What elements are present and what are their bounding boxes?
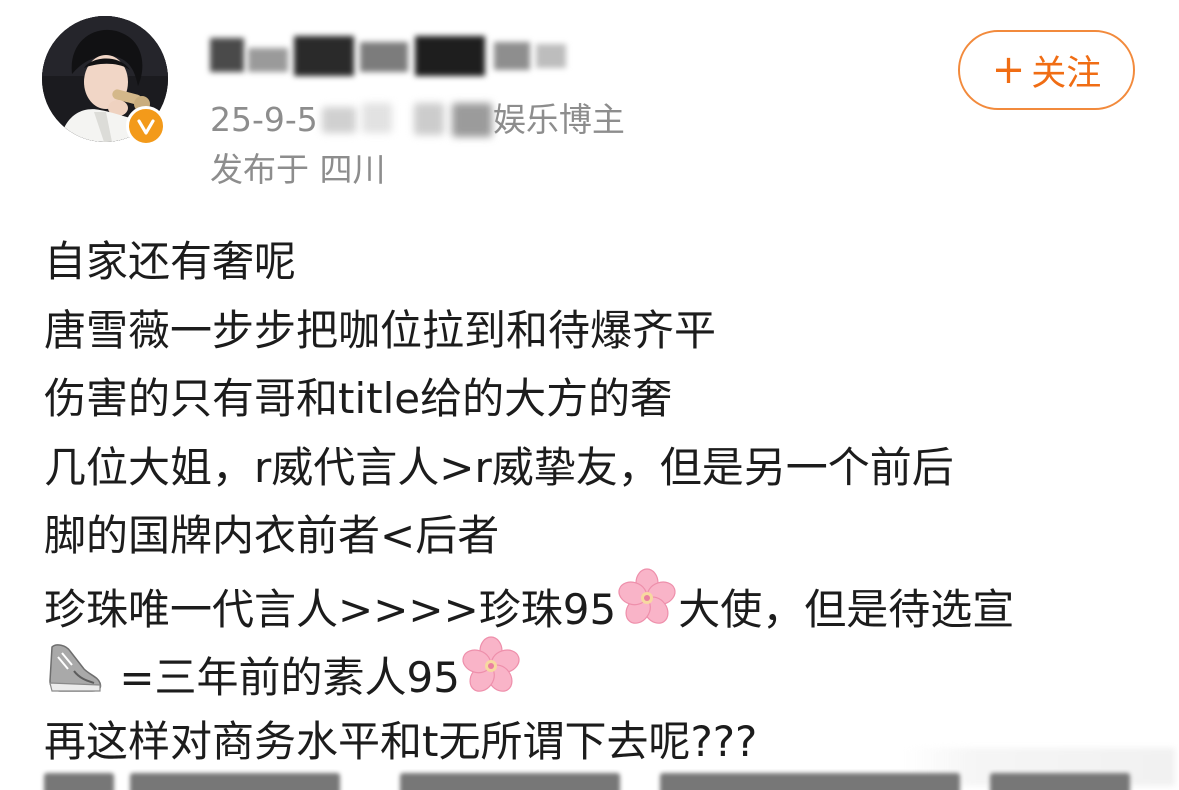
follow-button[interactable]: + 关注 [958, 30, 1135, 110]
post-date: 25-9-5 [210, 100, 318, 139]
post-line-text: =三年前的素人95 [106, 652, 460, 702]
post-line: 伤害的只有哥和title给的大方的奢 [44, 374, 673, 423]
post-line: 唐雪薇一步步把咖位拉到和待爆齐平 [44, 305, 717, 355]
sneaker-icon [44, 635, 106, 718]
post-line-text: 大使，但是待选宣 [678, 584, 1015, 634]
post-content: 自家还有奢呢 唐雪薇一步步把咖位拉到和待爆齐平 伤害的只有哥和title给的大方… [44, 228, 1164, 776]
post-line: 脚的国牌内衣前者<后者 [44, 511, 500, 560]
post-location: 发布于 四川 [210, 150, 386, 189]
verified-badge-icon [126, 106, 166, 146]
post-line: 自家还有奢呢 [44, 237, 297, 286]
cherry-blossom-icon [616, 567, 678, 650]
post-line: 几位大姐，r威代言人>r威挚友，但是另一个前后 [44, 442, 954, 492]
author-role: 娱乐博主 [492, 100, 625, 139]
post-header: 25-9-5 娱乐博主 发布于 四川 + 关注 [0, 0, 1179, 210]
username-redacted[interactable] [210, 34, 570, 76]
cherry-blossom-icon [460, 635, 522, 718]
post-line: 珍珠唯一代言人>>>>珍珠95 大使，但是待选宣 [44, 567, 1164, 640]
follow-label: 关注 [1031, 53, 1102, 94]
post-line-text: 珍珠唯一代言人>>>>珍珠95 [44, 584, 617, 634]
plus-icon: + [991, 47, 1026, 93]
meta-redacted [318, 101, 493, 137]
post-line: =三年前的素人95 [44, 636, 1164, 708]
post-line-cutoff [0, 769, 1179, 790]
post-meta: 25-9-5 娱乐博主 [210, 98, 625, 142]
